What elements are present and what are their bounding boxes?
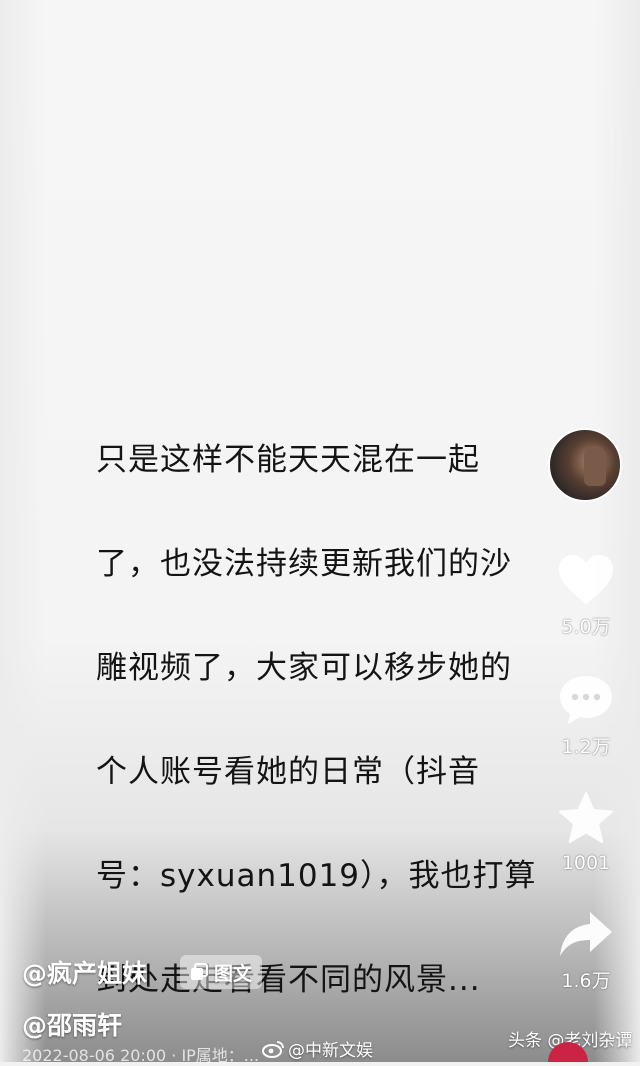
- post-meta: 2022-08-06 20:00 · IP属地：...: [22, 1046, 260, 1065]
- post-text-line: 雕视频了，大家可以移步她的: [96, 650, 512, 686]
- weibo-watermark-text: @中新文娱: [288, 1041, 373, 1061]
- post-text-line: 个人账号看她的日常（抖音: [96, 754, 480, 790]
- post-type-label: 图文: [214, 962, 253, 985]
- like-count: 5.0万: [561, 616, 611, 638]
- comment-button[interactable]: 1.2万: [546, 672, 626, 759]
- favorite-button[interactable]: 1001: [546, 790, 626, 874]
- like-button[interactable]: 5.0万: [546, 552, 626, 639]
- mentioned-user[interactable]: @邵雨轩: [22, 1006, 122, 1042]
- comment-icon: [560, 676, 612, 724]
- post-type-badge: 图文: [180, 955, 263, 989]
- share-count: 1.6万: [561, 970, 611, 992]
- heart-icon: [559, 555, 613, 604]
- post-text-line: 只是这样不能天天混在一起: [96, 442, 480, 478]
- post-text: 只是这样不能天天混在一起 了，也没法持续更新我们的沙 雕视频了，大家可以移步她的…: [96, 382, 556, 1058]
- comment-count: 1.2万: [561, 736, 611, 758]
- star-icon: [559, 792, 613, 843]
- favorite-count: 1001: [561, 852, 611, 874]
- post-text-line: 号：syxuan1019），我也打算: [96, 858, 537, 894]
- weibo-icon: [262, 1040, 284, 1058]
- right-edge-shade: [594, 0, 640, 1062]
- left-edge-shade: [0, 0, 46, 1062]
- share-arrow-icon: [560, 912, 612, 956]
- author-handle[interactable]: @疯产姐妹: [22, 954, 147, 990]
- author-avatar[interactable]: [548, 428, 622, 502]
- weibo-watermark: @中新文娱: [262, 1036, 373, 1061]
- post-text-line: 了，也没法持续更新我们的沙: [96, 546, 512, 582]
- post-text-line: 到处走走看看不同的风景...: [96, 962, 481, 998]
- share-button[interactable]: 1.6万: [546, 908, 626, 993]
- image-text-icon: [191, 963, 208, 980]
